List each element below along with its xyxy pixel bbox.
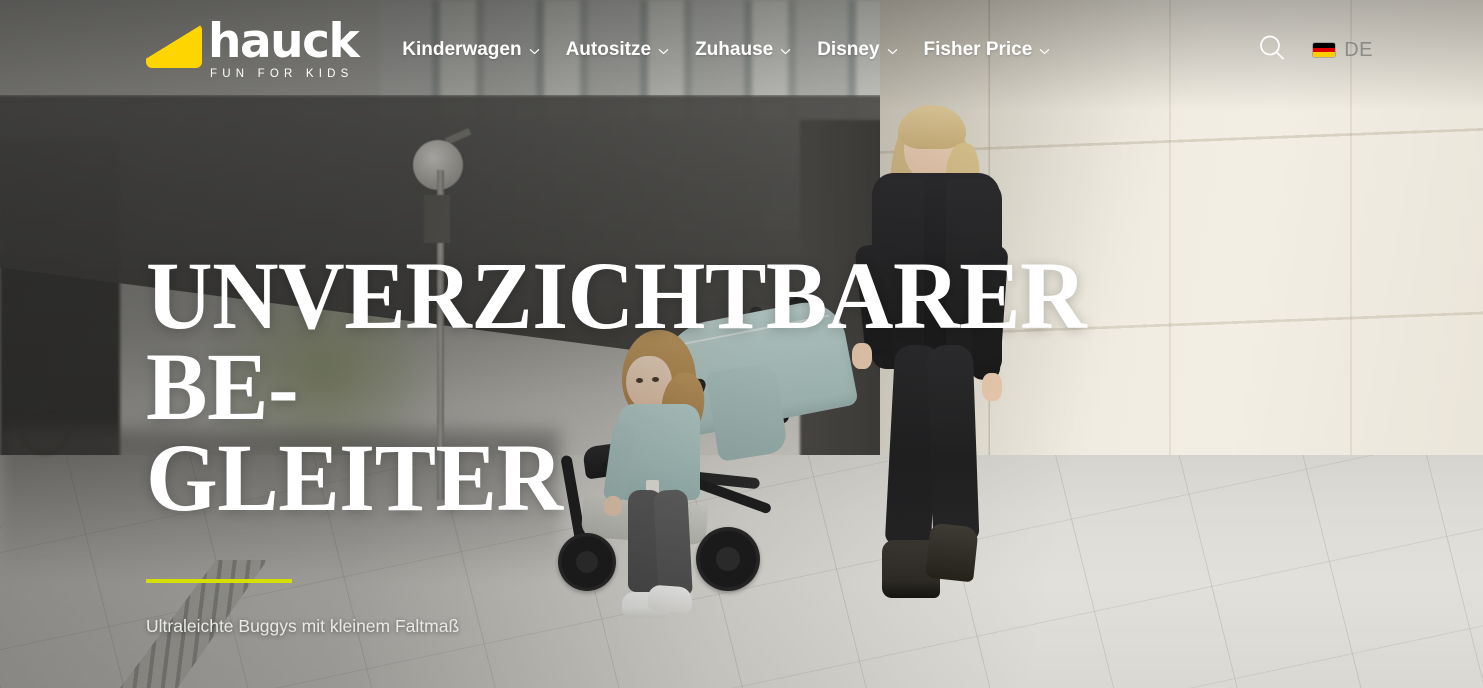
chevron-down-icon xyxy=(780,46,791,57)
hero-content: Unverzichtbarer Be- Gleiter Ultraleichte… xyxy=(146,242,1106,637)
language-code-label: DE xyxy=(1344,38,1373,61)
chevron-down-icon xyxy=(887,46,898,57)
language-switcher[interactable]: DE xyxy=(1313,39,1373,62)
woman-hair-top xyxy=(898,105,966,149)
nav-label-autositze: Autositze xyxy=(565,39,652,60)
chevron-down-icon xyxy=(658,46,669,57)
chevron-down-icon xyxy=(529,46,540,57)
logo-link[interactable]: hauck FUN FOR KIDS xyxy=(146,14,360,80)
bicycle-silhouette xyxy=(20,405,70,455)
street-sign xyxy=(424,195,450,243)
nav-item-autositze[interactable]: Autositze xyxy=(566,39,670,61)
main-navigation: Kinderwagen Autositze Zuhause Disney Fis… xyxy=(402,39,1050,61)
site-header: hauck FUN FOR KIDS Kinderwagen Autositze… xyxy=(0,0,1483,100)
search-button[interactable] xyxy=(1257,33,1287,68)
nav-label-kinderwagen: Kinderwagen xyxy=(402,39,522,60)
nav-label-disney: Disney xyxy=(817,39,880,60)
hero-accent-rule xyxy=(146,578,292,583)
logo-tagline: FUN FOR KIDS xyxy=(210,67,354,80)
nav-item-disney[interactable]: Disney xyxy=(817,39,897,61)
logo-text-block: hauck FUN FOR KIDS xyxy=(208,14,360,80)
nav-item-fisher-price[interactable]: Fisher Price xyxy=(924,39,1051,61)
hauck-logo-mark-icon xyxy=(146,24,202,69)
hero-headline: Unverzichtbarer Be- Gleiter xyxy=(146,242,1087,532)
nav-item-zuhause[interactable]: Zuhause xyxy=(695,39,791,61)
nav-item-kinderwagen[interactable]: Kinderwagen xyxy=(402,39,539,61)
header-utilities: DE xyxy=(1257,33,1373,68)
chevron-down-icon xyxy=(1039,46,1050,57)
hero-subtitle: Ultraleichte Buggys mit kleinem Faltmaß xyxy=(146,615,460,636)
nav-label-fisher-price: Fisher Price xyxy=(923,39,1033,60)
nav-label-zuhause: Zuhause xyxy=(695,39,774,60)
german-flag-icon xyxy=(1313,43,1336,57)
logo-wordmark: hauck xyxy=(208,14,360,70)
hero-banner: hauck FUN FOR KIDS Kinderwagen Autositze… xyxy=(0,0,1483,688)
search-icon xyxy=(1257,33,1287,68)
